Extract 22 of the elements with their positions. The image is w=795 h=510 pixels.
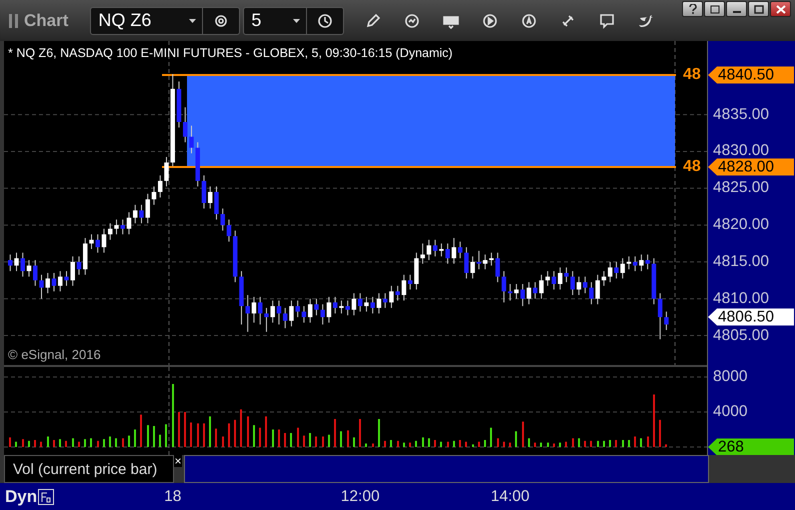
price-tick: 4815.00 xyxy=(713,252,770,271)
price-tick: 4835.00 xyxy=(713,106,770,124)
price-tick: 4825.00 xyxy=(713,179,770,198)
level-label: 48 xyxy=(683,158,701,176)
price-tick: 4805.00 xyxy=(713,326,770,345)
price-tick: 4830.00 xyxy=(713,142,770,160)
price-marker: 4840.50 xyxy=(708,66,794,84)
copyright-text: © eSignal, 2016 xyxy=(8,347,101,362)
time-tick: 12:00 xyxy=(340,488,380,506)
chart-header: * NQ Z6, NASDAQ 100 E-MINI FUTURES - GLOBEX, 5, 09:30-16:15 (Dynamic) xyxy=(8,46,453,60)
price-marker: 4828.00 xyxy=(708,158,794,176)
level-label: 48 xyxy=(683,66,701,84)
volume-tick: 8000 xyxy=(713,368,748,386)
volume-tick: 4000 xyxy=(713,402,748,421)
price-tick: 4820.00 xyxy=(713,216,770,234)
time-tick: 18 xyxy=(164,488,182,506)
volume-legend: Vol (current price bar) xyxy=(4,455,174,483)
volume-marker: 268 xyxy=(708,438,794,455)
time-tick: 14:00 xyxy=(490,488,530,506)
price-tick: 4810.00 xyxy=(713,290,770,308)
price-marker: 4806.50 xyxy=(708,308,794,326)
window-title: Chart xyxy=(24,10,68,30)
